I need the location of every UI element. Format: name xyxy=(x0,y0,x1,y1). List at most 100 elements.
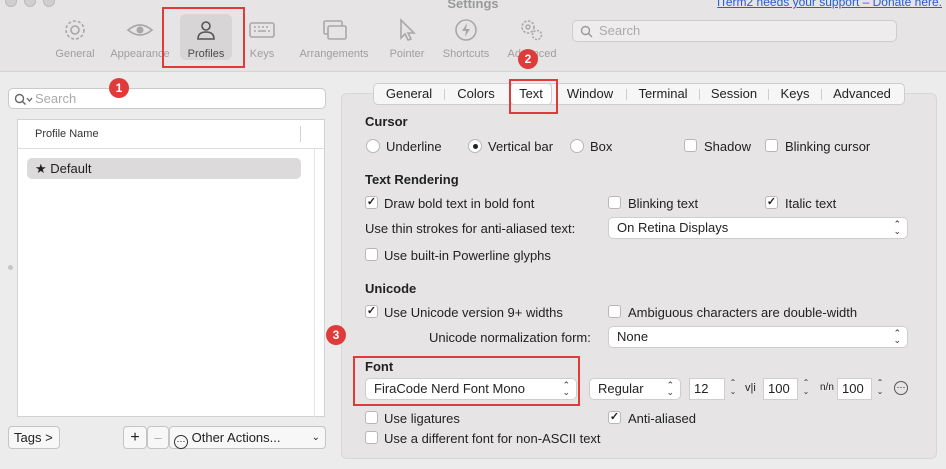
font-size-field[interactable]: 12 xyxy=(689,378,725,400)
annotation-badge-2: 2 xyxy=(518,49,538,69)
toolbar-pointer[interactable]: Pointer xyxy=(384,18,430,62)
profile-tab-bar: General Colors Text Window Terminal Sess… xyxy=(373,83,905,105)
anti-aliased-label[interactable]: Anti-aliased xyxy=(628,411,696,426)
font-highlight-box xyxy=(353,356,580,406)
cursor-heading: Cursor xyxy=(365,114,408,129)
more-options-icon[interactable]: ⋯ xyxy=(894,381,908,395)
profile-search-input[interactable]: Search xyxy=(8,88,326,109)
profile-name-column-header[interactable]: Profile Name xyxy=(18,120,324,149)
toolbar-arrangements[interactable]: Arrangements xyxy=(294,18,374,62)
toolbar-search-input[interactable]: Search xyxy=(572,20,897,42)
donate-link[interactable]: iTerm2 needs your support – Donate here. xyxy=(717,0,942,9)
text-rendering-heading: Text Rendering xyxy=(365,172,459,187)
thin-strokes-value: On Retina Displays xyxy=(617,220,729,235)
unicode-heading: Unicode xyxy=(365,281,417,296)
tab-window[interactable]: Window xyxy=(554,84,626,104)
remove-profile-button[interactable]: – xyxy=(147,426,169,449)
cursor-underline-label[interactable]: Underline xyxy=(386,139,442,154)
cursor-vertical-bar-radio[interactable] xyxy=(468,139,482,153)
toolbar-keys-label: Keys xyxy=(249,48,275,60)
tab-session[interactable]: Session xyxy=(700,84,768,104)
bold-font-label[interactable]: Draw bold text in bold font xyxy=(384,196,534,211)
vertical-spacing-stepper[interactable]: ⌃ ⌄ xyxy=(800,378,812,399)
tab-colors[interactable]: Colors xyxy=(445,84,507,104)
pointer-icon xyxy=(400,18,416,41)
blinking-text-checkbox[interactable] xyxy=(608,196,621,209)
blinking-text-label[interactable]: Blinking text xyxy=(628,196,698,211)
italic-text-checkbox[interactable]: ✓ xyxy=(765,196,778,209)
eye-icon xyxy=(126,24,154,36)
non-ascii-font-checkbox[interactable] xyxy=(365,431,378,444)
horizontal-spacing-stepper[interactable]: ⌃ ⌄ xyxy=(874,378,886,399)
tab-keys[interactable]: Keys xyxy=(769,84,821,104)
non-ascii-font-label[interactable]: Use a different font for non-ASCII text xyxy=(384,431,601,446)
up-down-chevron-icon: ⌃ ⌄ xyxy=(893,328,901,345)
tab-advanced[interactable]: Advanced xyxy=(822,84,902,104)
search-filter-icon xyxy=(14,93,33,105)
unicode-version-label[interactable]: Use Unicode version 9+ widths xyxy=(384,305,563,320)
thin-strokes-popup[interactable]: On Retina Displays ⌃ ⌄ xyxy=(608,217,908,239)
text-tab-highlight-box xyxy=(509,79,558,114)
profile-row-default[interactable]: ★ Default xyxy=(27,158,301,179)
blinking-cursor-label[interactable]: Blinking cursor xyxy=(785,139,870,154)
powerline-label[interactable]: Use built-in Powerline glyphs xyxy=(384,248,551,263)
gear-icon xyxy=(65,20,85,40)
vertical-spacing-field[interactable]: 100 xyxy=(763,378,798,400)
vertical-spacing-icon: v|i xyxy=(745,382,756,394)
add-profile-button[interactable]: + xyxy=(123,426,147,449)
thin-strokes-label: Use thin strokes for anti-aliased text: xyxy=(365,221,576,236)
ligatures-checkbox[interactable] xyxy=(365,411,378,424)
gears-icon xyxy=(521,20,543,41)
toolbar-pointer-label: Pointer xyxy=(389,48,425,60)
horizontal-spacing-field[interactable]: 100 xyxy=(837,378,872,400)
toolbar-keys[interactable]: Keys xyxy=(244,18,280,62)
ellipsis-circle-icon: ⋯ xyxy=(174,435,188,449)
tags-button[interactable]: Tags > xyxy=(8,426,60,449)
profiles-highlight-box xyxy=(162,7,245,68)
shadow-label[interactable]: Shadow xyxy=(704,139,751,154)
toolbar-general-label: General xyxy=(55,48,95,60)
toolbar-arrangements-label: Arrangements xyxy=(299,48,369,60)
powerline-checkbox[interactable] xyxy=(365,248,378,261)
font-style-value: Regular xyxy=(598,381,644,396)
ambiguous-width-label[interactable]: Ambiguous characters are double-width xyxy=(628,305,857,320)
toolbar-general[interactable]: General xyxy=(50,18,100,62)
blinking-cursor-checkbox[interactable] xyxy=(765,139,778,152)
normalization-popup[interactable]: None ⌃ ⌄ xyxy=(608,326,908,348)
toolbar-search-placeholder: Search xyxy=(599,23,641,38)
profile-list: Profile Name ★ Default xyxy=(17,119,325,417)
bold-font-checkbox[interactable]: ✓ xyxy=(365,196,378,209)
cursor-box-label[interactable]: Box xyxy=(590,139,612,154)
font-size-stepper[interactable]: ⌃ ⌄ xyxy=(727,378,739,399)
star-icon: ★ xyxy=(35,161,47,176)
column-divider xyxy=(300,126,301,142)
anti-aliased-checkbox[interactable]: ✓ xyxy=(608,411,621,424)
ambiguous-width-checkbox[interactable] xyxy=(608,305,621,318)
list-scrollbar-track[interactable] xyxy=(314,149,315,417)
horizontal-spacing-icon: n/n xyxy=(820,382,834,393)
windows-icon xyxy=(323,20,347,40)
cursor-underline-radio[interactable] xyxy=(366,139,380,153)
cursor-vertical-bar-label[interactable]: Vertical bar xyxy=(488,139,553,154)
tab-terminal[interactable]: Terminal xyxy=(627,84,699,104)
font-style-popup[interactable]: Regular ⌃ ⌄ xyxy=(589,378,681,400)
cursor-box-radio[interactable] xyxy=(570,139,584,153)
up-down-chevron-icon: ⌃ ⌄ xyxy=(893,219,901,236)
toolbar-shortcuts-label: Shortcuts xyxy=(442,48,490,60)
unicode-version-checkbox[interactable]: ✓ xyxy=(365,305,378,318)
other-actions-label: Other Actions... xyxy=(191,430,281,445)
toolbar-appearance-label: Appearance xyxy=(110,48,170,60)
profile-name: Default xyxy=(50,161,92,176)
other-actions-menu[interactable]: ⋯ Other Actions... ⌄ xyxy=(169,426,326,449)
annotation-badge-3: 3 xyxy=(326,325,346,345)
ligatures-label[interactable]: Use ligatures xyxy=(384,411,460,426)
lightning-icon xyxy=(455,19,477,41)
profile-search-placeholder: Search xyxy=(35,91,77,106)
shadow-checkbox[interactable] xyxy=(684,139,697,152)
pane-resize-handle[interactable] xyxy=(8,265,13,270)
chevron-down-icon: ⌄ xyxy=(311,432,320,443)
tab-general[interactable]: General xyxy=(374,84,444,104)
keyboard-icon xyxy=(249,22,275,38)
toolbar-shortcuts[interactable]: Shortcuts xyxy=(436,18,496,62)
italic-text-label[interactable]: Italic text xyxy=(785,196,836,211)
